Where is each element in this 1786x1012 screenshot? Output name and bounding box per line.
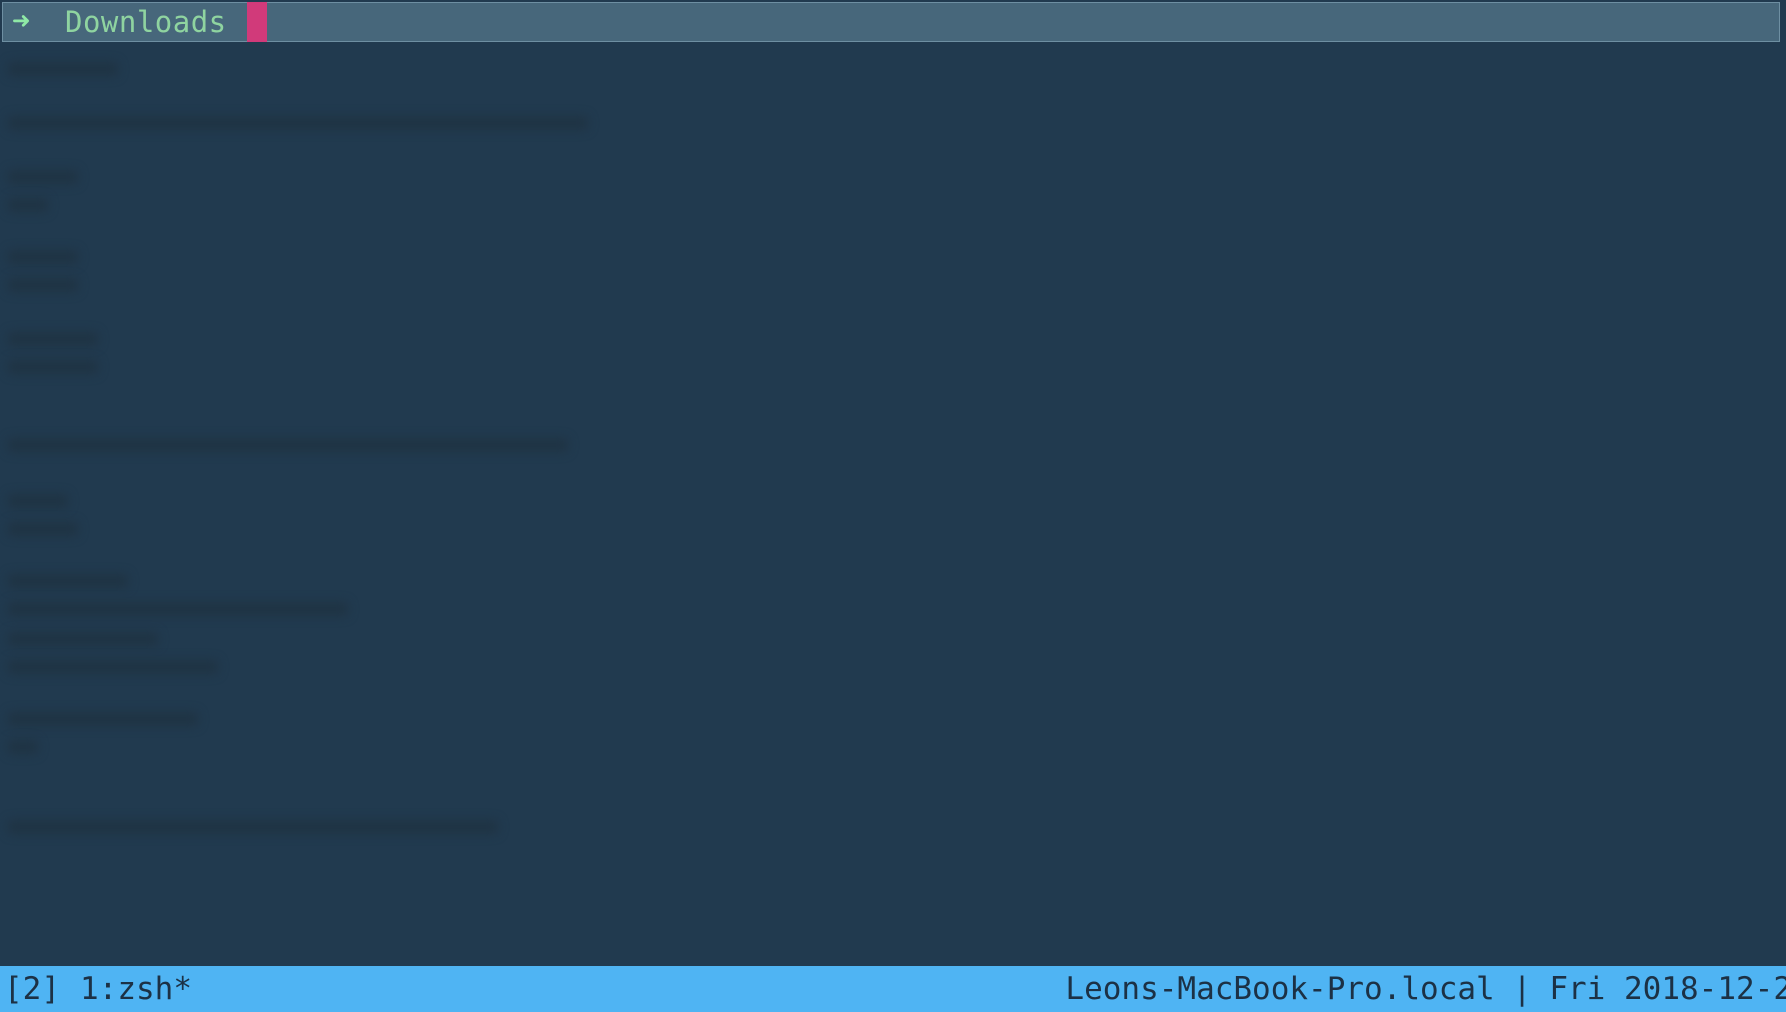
session-indicator[interactable]: [2] — [4, 971, 60, 1007]
faded-line — [8, 494, 68, 508]
faded-line — [8, 602, 348, 616]
hostname: Leons-MacBook-Pro.local — [1065, 971, 1495, 1007]
tmux-status-bar: [2] 1:zsh* Leons-MacBook-Pro.local | Fri… — [0, 966, 1786, 1012]
faded-line — [8, 278, 78, 292]
faded-line — [8, 438, 568, 452]
faded-line — [8, 198, 48, 212]
faded-line — [8, 250, 78, 264]
faded-line — [8, 574, 128, 588]
faded-line — [8, 332, 98, 346]
faded-line — [8, 62, 118, 76]
faded-scrollback — [0, 44, 700, 964]
faded-line — [8, 632, 158, 646]
text-cursor — [246, 2, 267, 42]
faded-line — [8, 740, 38, 754]
faded-line — [8, 360, 98, 374]
faded-line — [8, 522, 78, 536]
faded-line — [8, 170, 78, 184]
window-tab-zsh[interactable]: 1:zsh* — [80, 971, 192, 1007]
faded-line — [8, 116, 588, 130]
datetime: Fri 2018-12-2 — [1549, 971, 1786, 1007]
status-separator: | — [1512, 971, 1532, 1007]
status-left: [2] 1:zsh* — [4, 971, 192, 1007]
current-directory: Downloads — [65, 5, 227, 39]
faded-line — [8, 820, 498, 834]
prompt-line[interactable]: ➜ Downloads — [2, 2, 1780, 42]
faded-line — [8, 712, 198, 726]
status-right: Leons-MacBook-Pro.local | Fri 2018-12-2 — [1065, 966, 1786, 1012]
right-arrow-icon: ➜ — [11, 4, 31, 39]
terminal-pane[interactable]: ➜ Downloads — [0, 0, 1786, 966]
faded-line — [8, 660, 218, 674]
